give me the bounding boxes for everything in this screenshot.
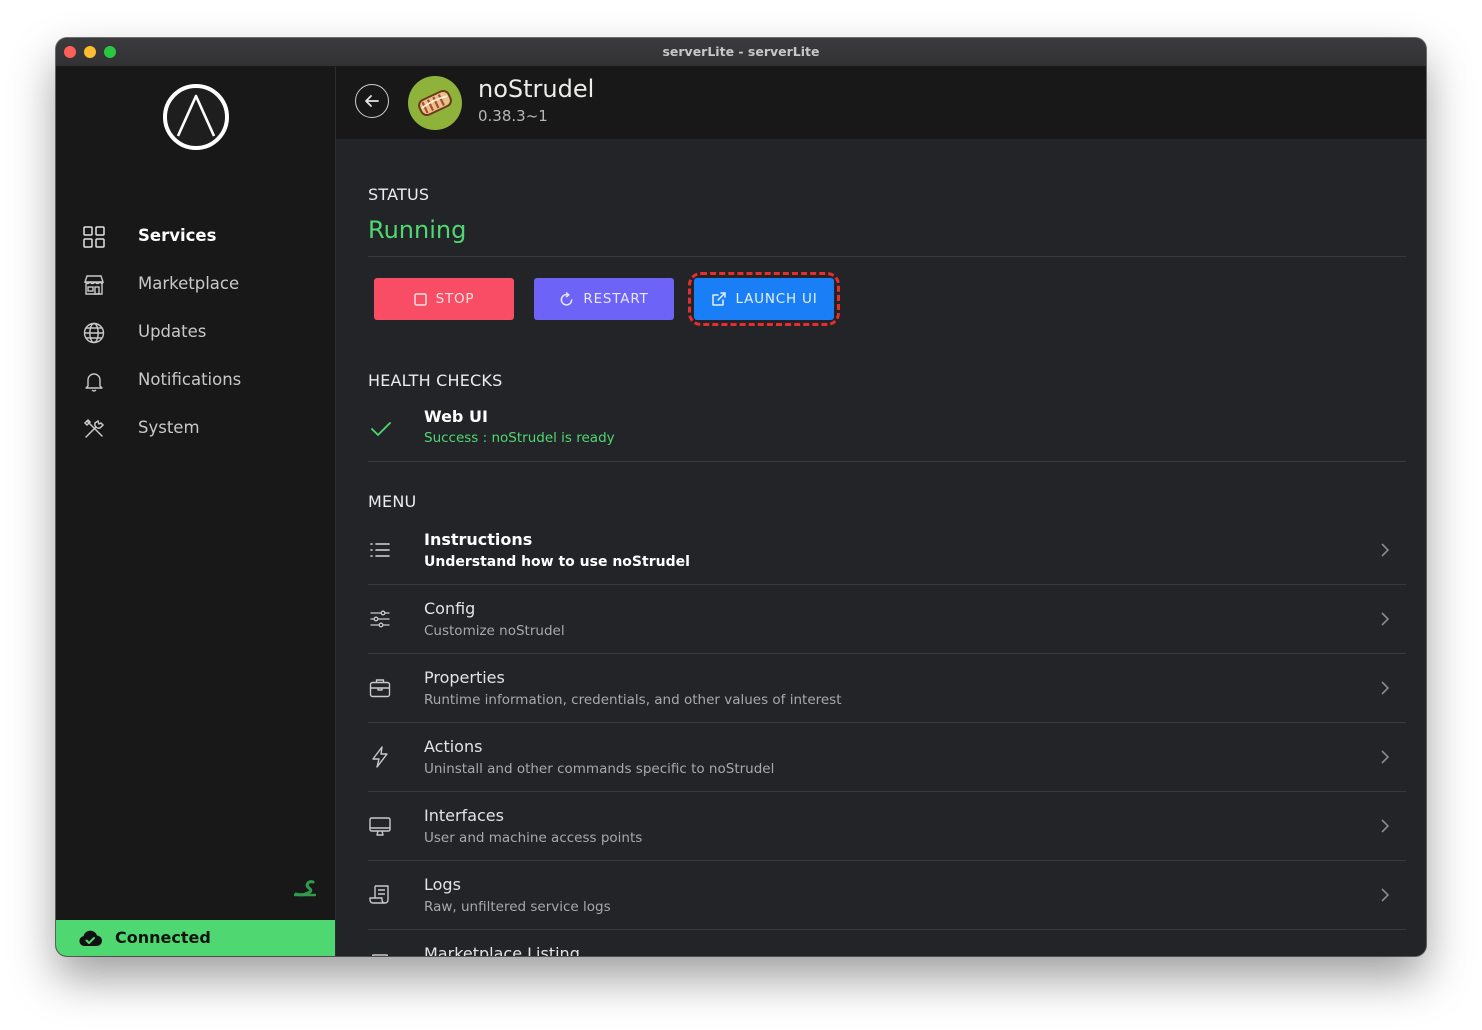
sidebar: Services Marketplace Updates Notificatio… xyxy=(56,67,336,956)
sidebar-item-label: System xyxy=(138,418,200,437)
back-button[interactable] xyxy=(355,84,389,118)
chevron-right-icon xyxy=(1381,543,1390,557)
cloud-check-icon xyxy=(79,930,102,947)
open-external-icon xyxy=(711,292,726,306)
receipt-icon xyxy=(369,885,389,904)
sidebar-item-label: Notifications xyxy=(138,370,242,389)
menu-item-logs[interactable]: Logs Raw, unfiltered service logs xyxy=(368,861,1406,930)
chevron-right-icon xyxy=(1381,681,1390,695)
tools-icon xyxy=(83,418,105,438)
stop-label: STOP xyxy=(435,291,475,307)
launch-ui-label: LAUNCH UI xyxy=(735,291,818,307)
desktop-icon xyxy=(369,817,391,836)
refresh-icon xyxy=(561,291,573,306)
menu-item-title: Properties xyxy=(424,668,505,687)
sidebar-item-notifications[interactable]: Notifications xyxy=(56,359,335,403)
sidebar-item-label: Updates xyxy=(138,322,207,341)
service-details: STATUS Running STOP RESTART LAUNCH UI HE… xyxy=(336,139,1426,956)
menu-item-subtitle: User and machine access points xyxy=(424,830,643,846)
nostrudel-app-icon xyxy=(408,76,462,130)
list-icon xyxy=(370,543,390,557)
menu-item-subtitle: Runtime information, credentials, and ot… xyxy=(424,692,842,708)
health-check-message: Success : noStrudel is ready xyxy=(424,430,615,446)
menu-item-title: Instructions xyxy=(424,530,533,549)
storefront-icon xyxy=(84,275,104,295)
sidebar-item-services[interactable]: Services xyxy=(56,215,335,259)
grid-icon xyxy=(83,226,105,248)
menu-item-subtitle: Customize noStrudel xyxy=(424,623,565,639)
health-check-name: Web UI xyxy=(424,407,488,426)
storefront-icon xyxy=(371,954,389,956)
sidebar-item-label: Services xyxy=(138,226,217,245)
status-heading: STATUS xyxy=(368,185,430,204)
divider xyxy=(368,461,1406,462)
menu-item-title: Config xyxy=(424,599,476,618)
menu-item-instructions[interactable]: Instructions Understand how to use noStr… xyxy=(368,516,1406,585)
chevron-right-icon xyxy=(1381,612,1390,626)
restart-button[interactable]: RESTART xyxy=(534,278,674,320)
chevron-right-icon xyxy=(1381,750,1390,764)
restart-label: RESTART xyxy=(583,291,649,307)
menu-item-title: Actions xyxy=(424,737,483,756)
menu-item-title: Logs xyxy=(424,875,461,894)
menu-item-title: Marketplace Listing xyxy=(424,944,580,956)
menu-item-subtitle: Uninstall and other commands specific to… xyxy=(424,761,775,777)
arrow-left-icon xyxy=(365,95,379,107)
service-header: noStrudel 0.38.3~1 xyxy=(336,67,1426,139)
stop-icon xyxy=(413,292,427,306)
title-bar[interactable]: serverLite - serverLite xyxy=(56,38,1426,67)
check-icon xyxy=(371,422,391,436)
sidebar-item-system[interactable]: System xyxy=(56,407,335,451)
app-version: 0.38.3~1 xyxy=(478,107,548,125)
chevron-right-icon xyxy=(1381,888,1390,902)
menu-item-marketplace-listing[interactable]: Marketplace Listing xyxy=(368,930,1406,956)
window-title: serverLite - serverLite xyxy=(662,44,820,59)
flash-icon xyxy=(372,746,388,768)
launch-ui-button[interactable]: LAUNCH UI xyxy=(694,278,834,320)
sidebar-item-marketplace[interactable]: Marketplace xyxy=(56,263,335,307)
menu-item-interfaces[interactable]: Interfaces User and machine access point… xyxy=(368,792,1406,861)
menu-item-properties[interactable]: Properties Runtime information, credenti… xyxy=(368,654,1406,723)
app-title: noStrudel xyxy=(478,75,595,103)
sliders-icon xyxy=(370,610,390,628)
bell-icon xyxy=(85,373,103,392)
sidebar-item-label: Marketplace xyxy=(138,274,240,293)
snake-icon[interactable] xyxy=(294,879,316,897)
menu-item-subtitle: Raw, unfiltered service logs xyxy=(424,899,611,915)
divider xyxy=(368,256,1406,257)
menu-item-title: Interfaces xyxy=(424,806,504,825)
app-window: serverLite - serverLite Services Marketp… xyxy=(56,38,1426,956)
sidebar-item-updates[interactable]: Updates xyxy=(56,311,335,355)
globe-icon xyxy=(83,322,105,344)
chevron-right-icon xyxy=(1381,819,1390,833)
stop-button[interactable]: STOP xyxy=(374,278,514,320)
health-checks-heading: HEALTH CHECKS xyxy=(368,371,503,390)
connection-label: Connected xyxy=(115,928,211,947)
menu-item-config[interactable]: Config Customize noStrudel xyxy=(368,585,1406,654)
connection-status-bar: Connected xyxy=(56,920,335,956)
app-logo-icon xyxy=(163,84,229,150)
status-value: Running xyxy=(368,216,467,244)
menu-item-actions[interactable]: Actions Uninstall and other commands spe… xyxy=(368,723,1406,792)
menu-item-subtitle: Understand how to use noStrudel xyxy=(424,554,690,570)
briefcase-icon xyxy=(369,679,391,698)
menu-heading: MENU xyxy=(368,492,417,511)
